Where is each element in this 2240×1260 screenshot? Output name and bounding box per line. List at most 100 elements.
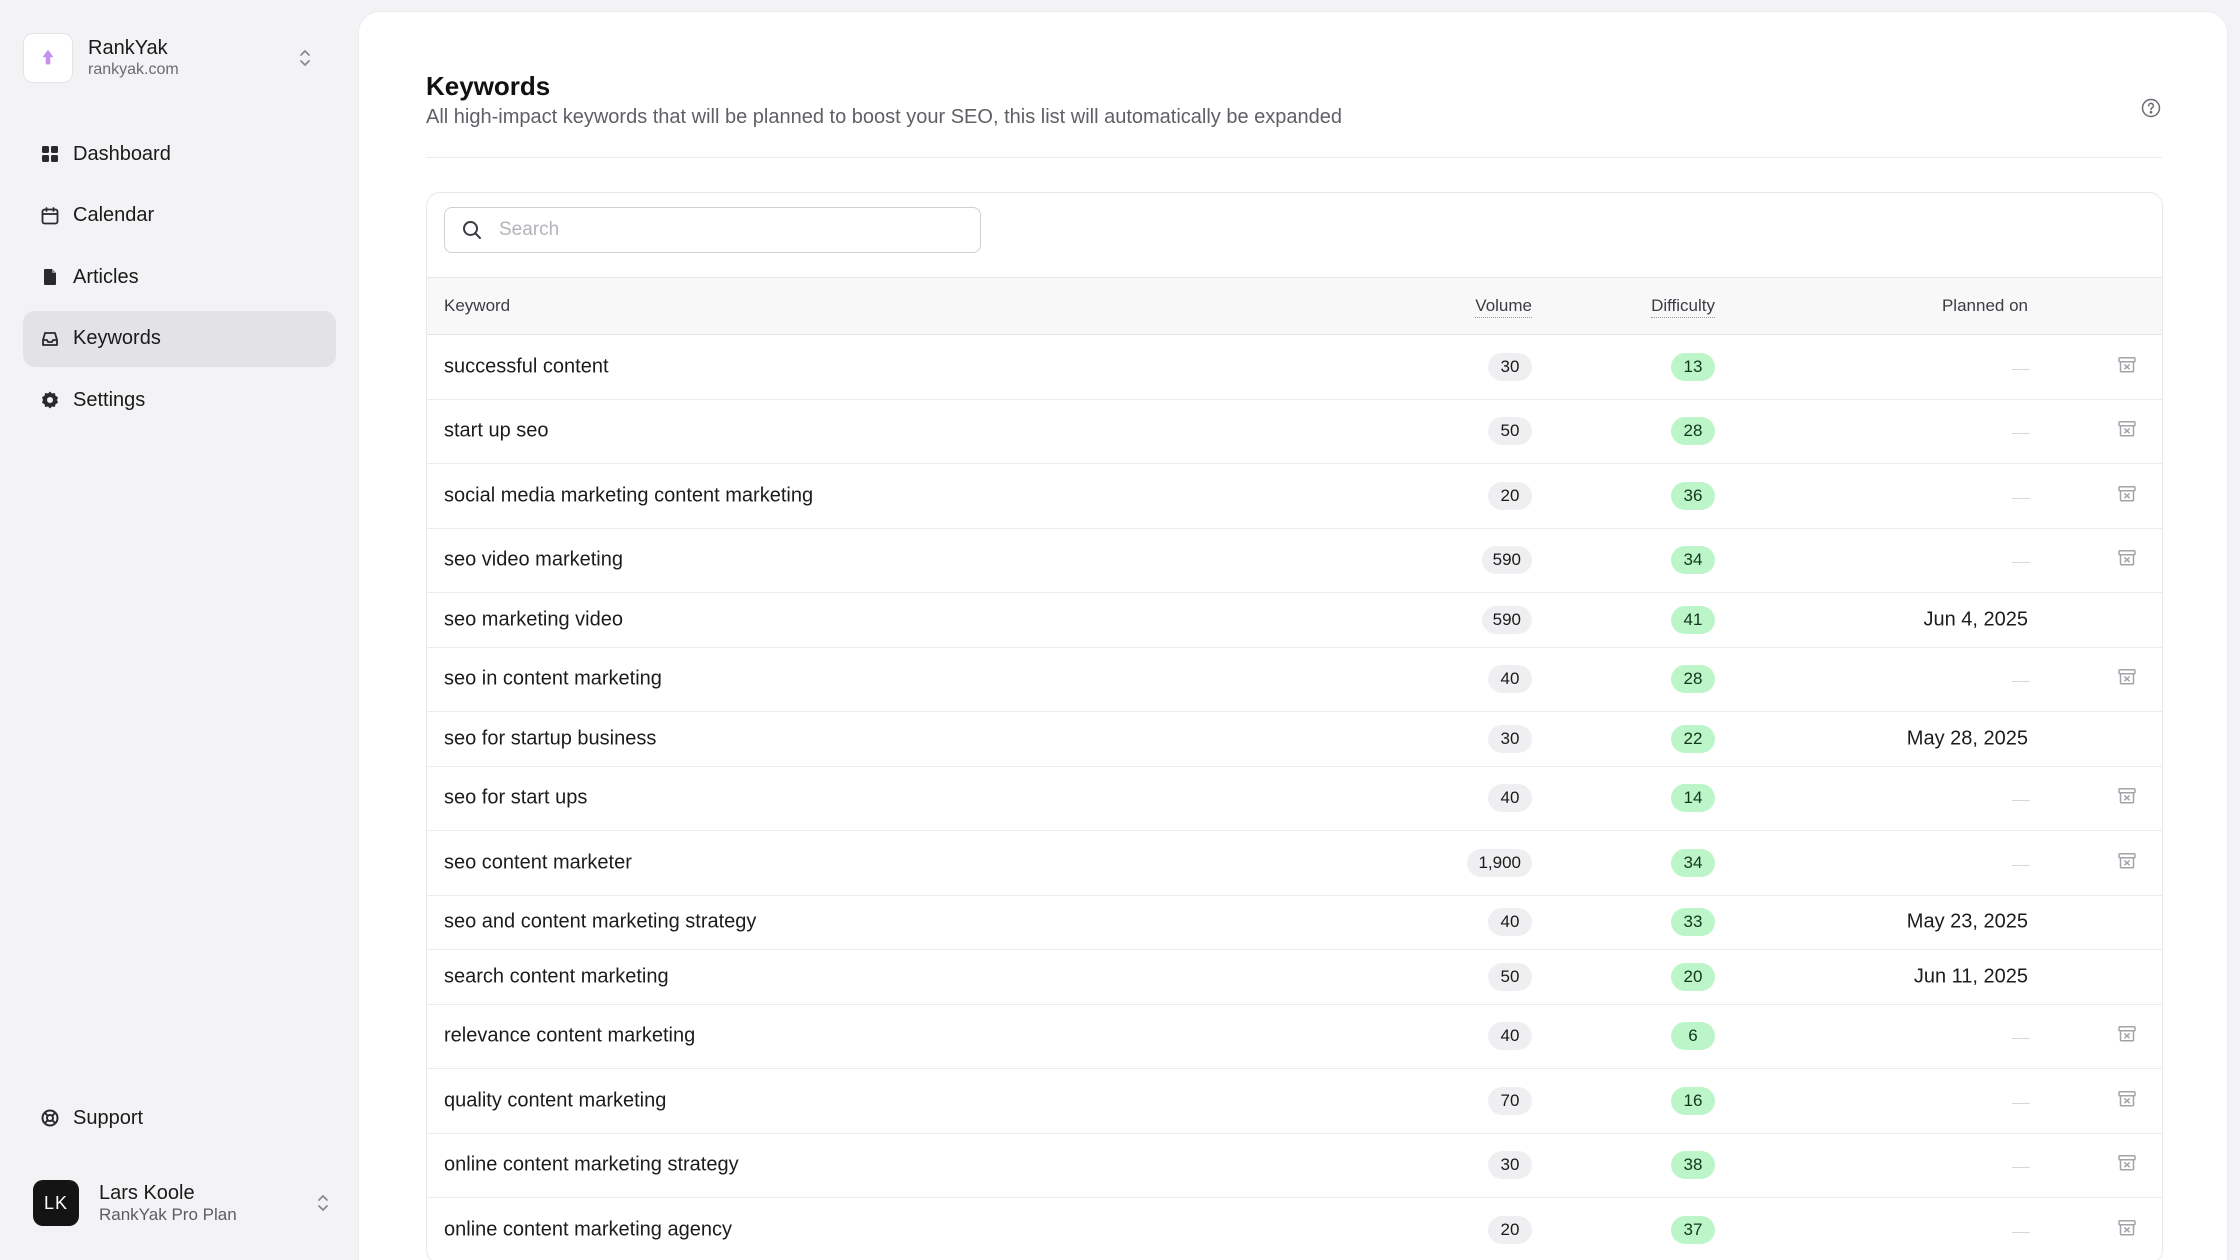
not-planned-dash bbox=[2012, 497, 2030, 499]
keyword-cell: online content marketing strategy bbox=[444, 1153, 739, 1176]
table-row: seo for startup business 30 22 May 28, 2025 bbox=[427, 712, 2162, 767]
difficulty-badge: 41 bbox=[1671, 605, 1715, 634]
keywords-table: Keyword Volume Difficulty Planned on suc… bbox=[426, 192, 2163, 1260]
keyword-cell: seo and content marketing strategy bbox=[444, 910, 757, 933]
table-row: quality content marketing 70 16 bbox=[427, 1069, 2162, 1134]
keyword-cell: social media marketing content marketing bbox=[444, 484, 814, 507]
archive-icon[interactable] bbox=[2116, 1217, 2138, 1239]
column-header-planned-on[interactable]: Planned on bbox=[1942, 296, 2028, 316]
keyword-cell: successful content bbox=[444, 355, 609, 378]
not-planned-dash bbox=[2012, 433, 2030, 435]
workspace-switcher[interactable]: RankYak rankyak.com bbox=[23, 26, 333, 90]
lifebuoy-icon bbox=[40, 1108, 60, 1128]
difficulty-badge: 36 bbox=[1671, 481, 1715, 510]
archive-icon[interactable] bbox=[2116, 547, 2138, 569]
search-field[interactable] bbox=[444, 207, 981, 253]
planned-date: Jun 11, 2025 bbox=[1913, 965, 2028, 988]
table-row: social media marketing content marketing… bbox=[427, 464, 2162, 529]
difficulty-badge: 13 bbox=[1671, 352, 1715, 381]
page-subtitle: All high-impact keywords that will be pl… bbox=[426, 106, 1343, 128]
nav-item-articles[interactable]: Articles bbox=[23, 249, 336, 305]
not-planned-dash bbox=[2012, 1038, 2030, 1040]
archive-icon[interactable] bbox=[2116, 1023, 2138, 1045]
keyword-cell: search content marketing bbox=[444, 965, 669, 988]
grid-icon bbox=[40, 144, 60, 164]
archive-icon[interactable] bbox=[2116, 850, 2138, 872]
support-link[interactable]: Support bbox=[23, 1090, 336, 1146]
inbox-icon bbox=[40, 329, 60, 349]
search-input[interactable] bbox=[499, 219, 959, 241]
table-row: seo marketing video 590 41 Jun 4, 2025 bbox=[427, 593, 2162, 648]
calendar-icon bbox=[40, 206, 60, 226]
table-row: start up seo 50 28 bbox=[427, 400, 2162, 464]
user-plan: RankYak Pro Plan bbox=[99, 1205, 237, 1224]
difficulty-badge: 37 bbox=[1671, 1215, 1715, 1244]
keyword-cell: seo video marketing bbox=[444, 548, 623, 571]
archive-icon[interactable] bbox=[2116, 666, 2138, 688]
search-icon bbox=[463, 221, 481, 239]
difficulty-badge: 14 bbox=[1671, 784, 1715, 813]
keyword-cell: start up seo bbox=[444, 419, 549, 442]
sidebar: RankYak rankyak.com Dashboard Calendar A… bbox=[0, 0, 358, 1260]
not-planned-dash bbox=[2012, 800, 2030, 802]
chevron-up-down-icon[interactable] bbox=[295, 46, 315, 70]
table-row: seo in content marketing 40 28 bbox=[427, 648, 2162, 712]
keyword-cell: relevance content marketing bbox=[444, 1024, 696, 1047]
keyword-cell: seo for startup business bbox=[444, 727, 657, 750]
difficulty-badge: 34 bbox=[1671, 546, 1715, 575]
not-planned-dash bbox=[2012, 1167, 2030, 1169]
archive-icon[interactable] bbox=[2116, 1088, 2138, 1110]
keyword-cell: seo for start ups bbox=[444, 786, 588, 809]
volume-badge: 30 bbox=[1488, 1151, 1532, 1180]
volume-badge: 70 bbox=[1488, 1086, 1532, 1115]
page-header: Keywords All high-impact keywords that w… bbox=[426, 70, 2162, 158]
avatar: LK bbox=[33, 1180, 79, 1226]
nav-item-dashboard[interactable]: Dashboard bbox=[23, 126, 336, 182]
nav-item-settings[interactable]: Settings bbox=[23, 372, 336, 428]
not-planned-dash bbox=[2012, 681, 2030, 683]
archive-icon[interactable] bbox=[2116, 354, 2138, 376]
user-menu[interactable]: LK Lars Koole RankYak Pro Plan bbox=[33, 1178, 333, 1228]
volume-badge: 50 bbox=[1488, 962, 1532, 991]
table-row: search content marketing 50 20 Jun 11, 2025 bbox=[427, 950, 2162, 1005]
table-header: Keyword Volume Difficulty Planned on bbox=[427, 278, 2162, 335]
archive-icon[interactable] bbox=[2116, 785, 2138, 807]
table-row: seo and content marketing strategy 40 33 Ma… bbox=[427, 896, 2162, 950]
archive-icon[interactable] bbox=[2116, 483, 2138, 505]
keyword-cell: seo content marketer bbox=[444, 851, 632, 874]
archive-icon[interactable] bbox=[2116, 1152, 2138, 1174]
planned-date: May 23, 2025 bbox=[1906, 910, 2028, 933]
main-panel: Keywords All high-impact keywords that w… bbox=[358, 11, 2228, 1260]
column-header-difficulty[interactable]: Difficulty bbox=[1651, 296, 1715, 318]
table-row: online content marketing agency 20 37 bbox=[427, 1198, 2162, 1260]
nav-label-keywords: Keywords bbox=[73, 327, 161, 349]
archive-icon[interactable] bbox=[2116, 418, 2138, 440]
main-nav: Dashboard Calendar Articles Keywords Set… bbox=[23, 126, 336, 434]
column-header-keyword[interactable]: Keyword bbox=[444, 296, 510, 316]
rankyak-logo-icon bbox=[23, 33, 73, 83]
nav-item-calendar[interactable]: Calendar bbox=[23, 188, 336, 244]
user-name: Lars Koole bbox=[99, 1182, 195, 1204]
not-planned-dash bbox=[2012, 368, 2030, 370]
volume-badge: 40 bbox=[1488, 665, 1532, 694]
table-row: seo content marketer 1,900 34 bbox=[427, 831, 2162, 896]
chevron-up-down-icon[interactable] bbox=[313, 1191, 333, 1215]
difficulty-badge: 28 bbox=[1671, 665, 1715, 694]
column-header-volume[interactable]: Volume bbox=[1475, 296, 1532, 318]
not-planned-dash bbox=[2012, 864, 2030, 866]
gear-icon bbox=[40, 390, 60, 410]
difficulty-badge: 38 bbox=[1671, 1151, 1715, 1180]
page-title: Keywords bbox=[426, 71, 551, 101]
difficulty-badge: 22 bbox=[1671, 724, 1715, 753]
nav-item-keywords[interactable]: Keywords bbox=[23, 310, 336, 367]
difficulty-badge: 34 bbox=[1671, 848, 1715, 877]
help-icon[interactable] bbox=[2140, 97, 2162, 119]
table-row: relevance content marketing 40 6 bbox=[427, 1005, 2162, 1069]
nav-label-settings: Settings bbox=[73, 388, 146, 411]
table-row: seo for start ups 40 14 bbox=[427, 767, 2162, 831]
table-row: successful content 30 13 bbox=[427, 335, 2162, 400]
table-toolbar bbox=[427, 193, 2162, 278]
difficulty-badge: 20 bbox=[1671, 962, 1715, 991]
volume-badge: 40 bbox=[1488, 1022, 1532, 1051]
planned-date: Jun 4, 2025 bbox=[1923, 608, 2028, 631]
